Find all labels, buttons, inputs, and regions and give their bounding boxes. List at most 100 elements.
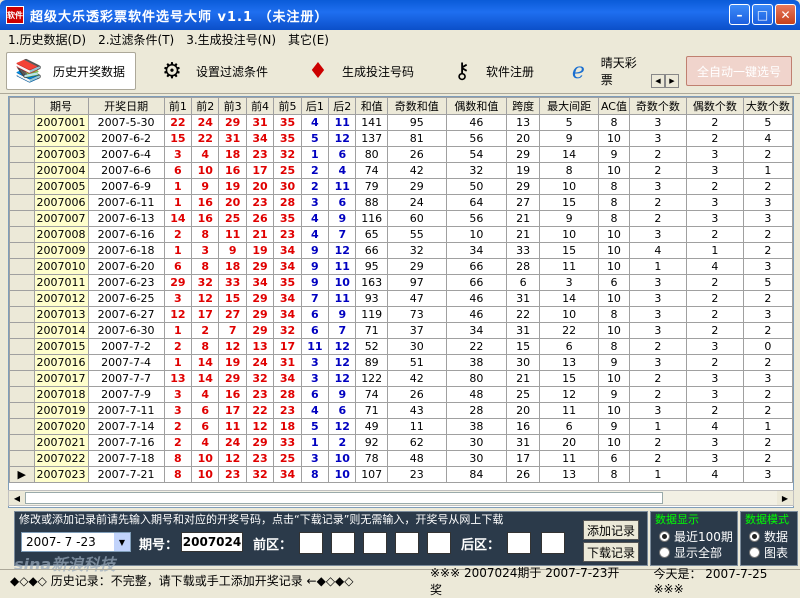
table-row[interactable]: 2007005 2007-6-9 1 9 19 20 30 2 11 79 29 50 29 10 8 3 2 2 bbox=[9, 178, 793, 195]
column-header[interactable]: 前4 bbox=[245, 97, 275, 115]
column-header[interactable]: 开奖日期 bbox=[87, 97, 165, 115]
table-row[interactable]: 2007003 2007-6-4 3 4 18 23 32 1 6 80 26 54 29 14 9 2 3 2 bbox=[9, 146, 793, 163]
column-header[interactable]: 前3 bbox=[218, 97, 247, 115]
column-header[interactable]: 和值 bbox=[355, 97, 388, 115]
download-record-button[interactable]: 下载记录 bbox=[583, 542, 639, 562]
table-row[interactable]: 2007007 2007-6-13 14 16 25 26 35 4 9 116 60 56 21 9 8 2… bbox=[9, 210, 793, 227]
table-row[interactable]: 2007012 2007-6-25 3 12 15 29 34 7 11 93 47 46 31 14 10… bbox=[9, 290, 793, 307]
column-header[interactable]: 奇数个数 bbox=[628, 97, 687, 115]
radio-data-mode[interactable]: 数据 bbox=[749, 528, 788, 545]
row-indicator[interactable] bbox=[9, 338, 35, 355]
maximize-button[interactable]: □ bbox=[752, 4, 773, 25]
table-row[interactable]: 2007019 2007-7-11 3 6 17 22 23 4 6 71 43 28 20 11 10 3 2… bbox=[9, 402, 793, 419]
row-indicator[interactable] bbox=[9, 290, 35, 307]
menu-filter[interactable]: 2.过滤条件(T) bbox=[98, 31, 174, 48]
front-number-4-input[interactable] bbox=[395, 532, 419, 554]
menu-generate[interactable]: 3.生成投注号(N) bbox=[186, 31, 276, 48]
row-indicator[interactable] bbox=[9, 434, 35, 451]
menu-history[interactable]: 1.历史数据(D) bbox=[8, 31, 86, 48]
column-header[interactable]: 偶数和值 bbox=[445, 97, 508, 115]
sunny-lottery-button[interactable]: ℯ 晴天彩票 bbox=[558, 52, 650, 90]
table-row[interactable]: 2007002 2007-6-2 15 22 31 34 35 5 12 137 81 56 20 9 10… bbox=[9, 130, 793, 147]
scroll-left-arrow-icon[interactable]: ◀ bbox=[9, 491, 25, 505]
table-row[interactable]: 2007004 2007-6-6 6 10 16 17 25 2 4 74 42 32 19 8 10 2 3 1 bbox=[9, 162, 793, 179]
table-row[interactable]: 2007021 2007-7-16 2 4 24 29 33 1 2 92 62 30 31 20 10 2 3… bbox=[9, 434, 793, 451]
table-row[interactable]: 2007006 2007-6-11 1 16 20 23 28 3 6 88 24 64 27 15 8 2 3… bbox=[9, 194, 793, 211]
table-row[interactable]: 2007008 2007-6-16 2 8 11 21 23 4 7 65 55 10 21 10 10 3 2… bbox=[9, 226, 793, 243]
row-indicator[interactable] bbox=[9, 386, 35, 403]
column-header[interactable]: 前1 bbox=[163, 97, 193, 115]
scroll-right-icon[interactable]: ▶ bbox=[665, 74, 679, 88]
scroll-thumb[interactable] bbox=[25, 492, 663, 504]
filter-settings-button[interactable]: ⚙ 设置过滤条件 bbox=[150, 52, 280, 90]
history-grid[interactable]: 期号 开奖日期 前1 前2 前3 前4 前5 后1 后2 和值 奇数和值 偶数和值 跨度 最大间距 AC值奇… bbox=[8, 96, 794, 508]
row-indicator[interactable] bbox=[9, 370, 35, 387]
issue-input[interactable]: 2007024 bbox=[181, 532, 243, 552]
table-row[interactable]: 2007017 2007-7-7 13 14 29 32 34 3 12 122 42 80 21 15 1… bbox=[9, 370, 793, 387]
row-indicator[interactable] bbox=[9, 162, 35, 179]
back-number-2-input[interactable] bbox=[541, 532, 565, 554]
row-indicator[interactable] bbox=[9, 146, 35, 163]
row-indicator[interactable] bbox=[9, 178, 35, 195]
column-header[interactable]: 前5 bbox=[273, 97, 302, 115]
row-indicator[interactable] bbox=[9, 226, 35, 243]
generate-numbers-button[interactable]: ♦ 生成投注号码 bbox=[296, 52, 426, 90]
table-row[interactable]: 2007020 2007-7-14 2 6 11 12 18 5 12 49 11 38 16 6 9 1 4 1 bbox=[9, 418, 793, 435]
table-row[interactable]: 2007016 2007-7-4 1 14 19 24 31 3 12 89 51 38 30 13 9 3 2… bbox=[9, 354, 793, 371]
row-indicator[interactable] bbox=[9, 354, 35, 371]
front-number-5-input[interactable] bbox=[427, 532, 451, 554]
column-header[interactable]: 奇数和值 bbox=[386, 97, 447, 115]
row-indicator[interactable] bbox=[9, 402, 35, 419]
minimize-button[interactable]: – bbox=[729, 4, 750, 25]
row-indicator[interactable] bbox=[9, 450, 35, 467]
menu-other[interactable]: 其它(E) bbox=[288, 31, 329, 48]
column-header[interactable]: 最大间距 bbox=[539, 97, 599, 115]
row-indicator[interactable] bbox=[9, 210, 35, 227]
table-row[interactable]: 2007013 2007-6-27 12 17 27 29 34 6 9 119 73 46 22 10 8… bbox=[9, 306, 793, 323]
auto-pick-button[interactable]: 全自动一键选号 bbox=[686, 56, 792, 86]
row-indicator[interactable] bbox=[9, 306, 35, 323]
column-header[interactable]: 偶数个数 bbox=[685, 97, 744, 115]
scroll-left-icon[interactable]: ◀ bbox=[651, 74, 665, 88]
table-row[interactable]: 2007011 2007-6-23 29 32 33 34 35 9 10 163 97 66 6 3 6 3… bbox=[9, 274, 793, 291]
row-indicator[interactable] bbox=[9, 114, 35, 131]
table-row[interactable]: ▶ 2007023 2007-7-21 8 10 23 32 34 8 10 107 23 84 26 13… bbox=[9, 466, 793, 483]
row-indicator[interactable] bbox=[9, 242, 35, 259]
front-number-2-input[interactable] bbox=[331, 532, 355, 554]
horizontal-scrollbar[interactable]: ◀ ▶ bbox=[8, 490, 794, 506]
front-number-1-input[interactable] bbox=[299, 532, 323, 554]
front-number-3-input[interactable] bbox=[363, 532, 387, 554]
radio-chart-mode[interactable]: 图表 bbox=[749, 544, 788, 561]
column-header[interactable]: AC值 bbox=[597, 97, 630, 115]
column-header[interactable]: 前2 bbox=[191, 97, 220, 115]
row-indicator[interactable] bbox=[9, 258, 35, 275]
row-indicator[interactable] bbox=[9, 194, 35, 211]
back-number-1-input[interactable] bbox=[507, 532, 531, 554]
history-data-button[interactable]: 📚 历史开奖数据 bbox=[6, 52, 136, 90]
row-indicator[interactable] bbox=[9, 322, 35, 339]
table-row[interactable]: 2007014 2007-6-30 1 2 7 29 32 6 7 71 37 34 31 22 10 3 2 2 bbox=[9, 322, 793, 339]
add-record-button[interactable]: 添加记录 bbox=[583, 520, 639, 540]
row-indicator[interactable] bbox=[9, 130, 35, 147]
close-button[interactable]: ✕ bbox=[775, 4, 796, 25]
chevron-down-icon[interactable]: ▼ bbox=[114, 533, 130, 551]
radio-show-all[interactable]: 显示全部 bbox=[659, 544, 722, 561]
row-indicator[interactable]: ▶ bbox=[9, 466, 35, 483]
table-row[interactable]: 2007009 2007-6-18 1 3 9 19 34 9 12 66 32 34 33 15 10 4 1… bbox=[9, 242, 793, 259]
table-row[interactable]: 2007018 2007-7-9 3 4 16 23 28 6 9 74 26 48 25 12 9 2 3 2 bbox=[9, 386, 793, 403]
column-header[interactable]: 跨度 bbox=[506, 97, 541, 115]
date-picker[interactable]: 2007- 7 -23 ▼ bbox=[21, 532, 131, 552]
scroll-right-arrow-icon[interactable]: ▶ bbox=[777, 491, 793, 505]
column-header[interactable]: 期号 bbox=[33, 97, 89, 115]
column-header[interactable]: 后1 bbox=[300, 97, 330, 115]
row-indicator[interactable] bbox=[9, 418, 35, 435]
radio-recent-100[interactable]: 最近100期 bbox=[659, 528, 733, 545]
register-button[interactable]: ⚷ 软件注册 bbox=[440, 52, 550, 90]
table-row[interactable]: 2007010 2007-6-20 6 8 18 29 34 9 11 95 29 66 28 11 10 1… bbox=[9, 258, 793, 275]
column-header[interactable]: 大数个数 bbox=[742, 97, 793, 115]
table-row[interactable]: 2007022 2007-7-18 8 10 12 23 25 3 10 78 48 30 17 11 6 2… bbox=[9, 450, 793, 467]
row-indicator[interactable] bbox=[9, 274, 35, 291]
column-header[interactable]: 后2 bbox=[328, 97, 357, 115]
table-row[interactable]: 2007001 2007-5-30 22 24 29 31 35 4 11 141 95 46 13 5 8… bbox=[9, 114, 793, 131]
table-row[interactable]: 2007015 2007-7-2 2 8 12 13 17 11 12 52 30 22 15 6 8 2 3 0 bbox=[9, 338, 793, 355]
